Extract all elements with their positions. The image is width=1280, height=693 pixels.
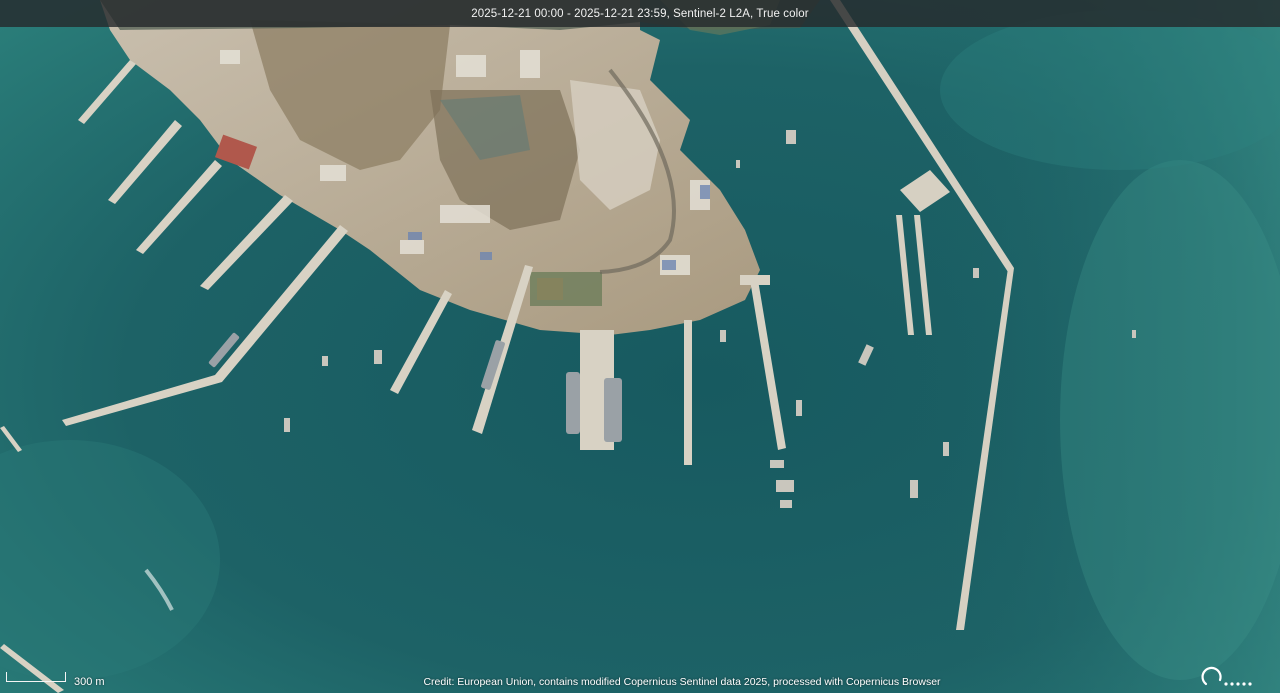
credit-wrap: Credit: European Union, contains modifie… <box>0 676 1280 688</box>
credit-text: Credit: European Union, contains modifie… <box>423 676 941 688</box>
date-caption: 2025-12-21 00:00 - 2025-12-21 23:59, Sen… <box>471 7 809 20</box>
date-caption-bar: 2025-12-21 00:00 - 2025-12-21 23:59, Sen… <box>0 0 1280 27</box>
satellite-map[interactable] <box>0 0 1280 693</box>
loading-indicator-icon <box>1201 666 1252 686</box>
map-viewer[interactable]: 2025-12-21 00:00 - 2025-12-21 23:59, Sen… <box>0 0 1280 693</box>
